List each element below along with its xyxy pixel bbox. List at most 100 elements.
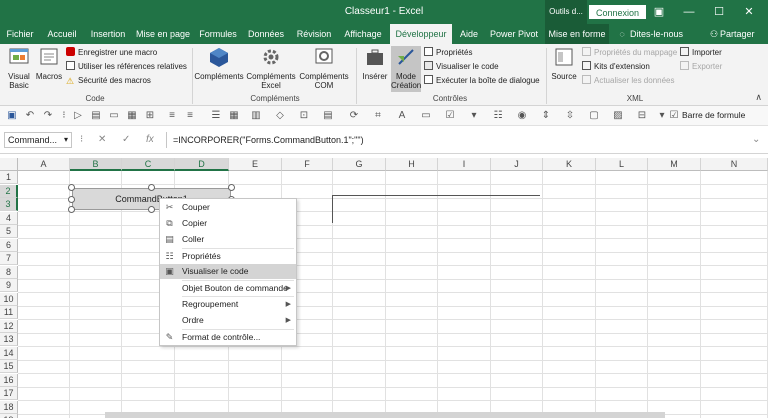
layers-icon[interactable]: ▤	[322, 110, 334, 122]
combobox-icon[interactable]: ▾	[468, 110, 480, 122]
refresh-data-button[interactable]: Actualiser les données	[582, 75, 675, 86]
visual-basic-button[interactable]: Visual Basic	[4, 46, 34, 90]
option-icon[interactable]: ◉	[516, 110, 528, 122]
textbox-icon[interactable]: ▭	[108, 110, 120, 122]
menu-item-paste[interactable]: ▤ Coller	[160, 232, 296, 247]
collapse-ribbon-icon[interactable]: ∧	[755, 92, 762, 103]
resize-handle[interactable]	[228, 184, 235, 191]
resize-handle[interactable]	[68, 184, 75, 191]
tab-formules[interactable]: Formules	[196, 24, 240, 44]
select-all-corner[interactable]	[0, 158, 18, 171]
pointer-icon[interactable]: ▷	[72, 110, 84, 122]
menu-item-properties[interactable]: ☷ Propriétés	[160, 249, 296, 264]
tab-insertion[interactable]: Insertion	[86, 24, 130, 44]
row-header[interactable]: 7	[0, 252, 18, 265]
macro-security-button[interactable]: ⚠ Sécurité des macros	[66, 75, 151, 86]
expand-formula-icon[interactable]: ⌄	[752, 134, 760, 145]
ribbon-display-icon[interactable]: ▣	[644, 0, 674, 24]
lightbulb-icon[interactable]: ◌	[616, 24, 628, 44]
row-header[interactable]: 17	[0, 387, 18, 400]
tab-donnees[interactable]: Données	[244, 24, 288, 44]
column-header[interactable]: H	[386, 158, 438, 171]
image-icon[interactable]: ▦	[126, 110, 138, 122]
tab-fichier[interactable]: Fichier	[2, 24, 38, 44]
xml-source-button[interactable]: Source	[549, 46, 579, 81]
menu-item-grouping[interactable]: Regroupement ▶	[160, 297, 296, 312]
import-button[interactable]: Importer	[680, 47, 722, 58]
redo-icon[interactable]: ↷	[42, 110, 54, 122]
row-header[interactable]: 15	[0, 360, 18, 373]
column-header[interactable]: G	[333, 158, 386, 171]
tab-affichage[interactable]: Affichage	[340, 24, 386, 44]
row-header[interactable]: 10	[0, 293, 18, 306]
row-header[interactable]: 19	[0, 414, 18, 418]
row-header[interactable]: 4	[0, 212, 18, 225]
align-center-icon[interactable]: ≡	[184, 110, 196, 122]
checkbox-icon[interactable]: ☑	[444, 110, 456, 122]
cancel-icon[interactable]: ✕	[98, 134, 106, 145]
tab-mise-en-forme[interactable]: Mise en forme	[545, 24, 609, 44]
row-header[interactable]: 9	[0, 279, 18, 292]
maximize-icon[interactable]: ☐	[704, 0, 734, 24]
crop-icon[interactable]: ⌗	[372, 110, 384, 122]
run-dialog-button[interactable]: Exécuter la boîte de dialogue	[424, 75, 540, 86]
button-icon[interactable]: ▭	[420, 110, 432, 122]
row-header[interactable]: 14	[0, 347, 18, 360]
row-header[interactable]: 6	[0, 239, 18, 252]
column-header[interactable]: I	[438, 158, 491, 171]
column-header[interactable]: K	[543, 158, 596, 171]
row-header[interactable]: 12	[0, 320, 18, 333]
align-left-icon[interactable]: ≡	[166, 110, 178, 122]
tab-developpeur[interactable]: Développeur	[390, 24, 452, 44]
tab-revision[interactable]: Révision	[292, 24, 336, 44]
tab-power-pivot[interactable]: Power Pivot	[488, 24, 540, 44]
insert-control-button[interactable]: Insérer	[360, 46, 390, 81]
column-header[interactable]: A	[18, 158, 70, 171]
view-code-button[interactable]: Visualiser le code	[424, 61, 499, 72]
tab-mise-en-page[interactable]: Mise en page	[134, 24, 192, 44]
column-header[interactable]: F	[282, 158, 333, 171]
resize-handle[interactable]	[148, 206, 155, 213]
design-mode-button[interactable]: Mode Création	[391, 46, 421, 92]
menu-item-command-button-object[interactable]: Objet Bouton de commande ▶	[160, 281, 296, 296]
share-button[interactable]: Partager	[720, 24, 764, 44]
complements-button[interactable]: Compléments	[194, 46, 244, 81]
com-addins-button[interactable]: Compléments COM	[298, 46, 350, 90]
relative-references-button[interactable]: Utiliser les références relatives	[66, 61, 187, 72]
tell-me-input[interactable]: Dites-le-nous	[630, 24, 690, 44]
column-header[interactable]: C	[122, 158, 175, 171]
expansion-packs-button[interactable]: Kits d'extension	[582, 61, 650, 72]
image-control-icon[interactable]: ▨	[612, 110, 624, 122]
resize-handle[interactable]	[68, 196, 75, 203]
column-header[interactable]: N	[701, 158, 768, 171]
row-header[interactable]: 16	[0, 374, 18, 387]
formula-input[interactable]: =INCORPORER("Forms.CommandButton.1";"")	[166, 132, 762, 148]
resize-handle[interactable]	[68, 206, 75, 213]
rotate-icon[interactable]: ⟳	[348, 110, 360, 122]
menu-item-copy[interactable]: ⧉ Copier	[160, 216, 296, 231]
horizontal-scrollbar[interactable]	[105, 412, 665, 418]
export-button[interactable]: Exporter	[680, 61, 722, 72]
row-header[interactable]: 18	[0, 401, 18, 414]
name-box[interactable]: Command... ▾	[4, 132, 72, 148]
row-header[interactable]: 1	[0, 171, 18, 184]
form-icon[interactable]: ▤	[90, 110, 102, 122]
column-header[interactable]: E	[229, 158, 282, 171]
share-icon[interactable]: ⚇	[708, 24, 720, 44]
insert-function-icon[interactable]: fx	[146, 134, 154, 145]
chart-icon[interactable]: ▥	[250, 110, 262, 122]
column-header[interactable]: J	[491, 158, 543, 171]
column-header[interactable]: L	[596, 158, 648, 171]
spin-icon[interactable]: ⇕	[540, 110, 552, 122]
undo-icon[interactable]: ↶	[24, 110, 36, 122]
row-header[interactable]: 5	[0, 225, 18, 238]
close-icon[interactable]: ✕	[734, 0, 764, 24]
row-header[interactable]: 3	[0, 198, 18, 211]
properties-button[interactable]: Propriétés	[424, 47, 472, 58]
row-header[interactable]: 8	[0, 266, 18, 279]
minimize-icon[interactable]: —	[674, 0, 704, 24]
scroll-icon[interactable]: ⇳	[564, 110, 576, 122]
macros-button[interactable]: Macros	[34, 46, 64, 81]
formula-bar-checkbox[interactable]: ☑	[668, 110, 680, 122]
menu-item-view-code[interactable]: ▣ Visualiser le code	[160, 264, 296, 279]
